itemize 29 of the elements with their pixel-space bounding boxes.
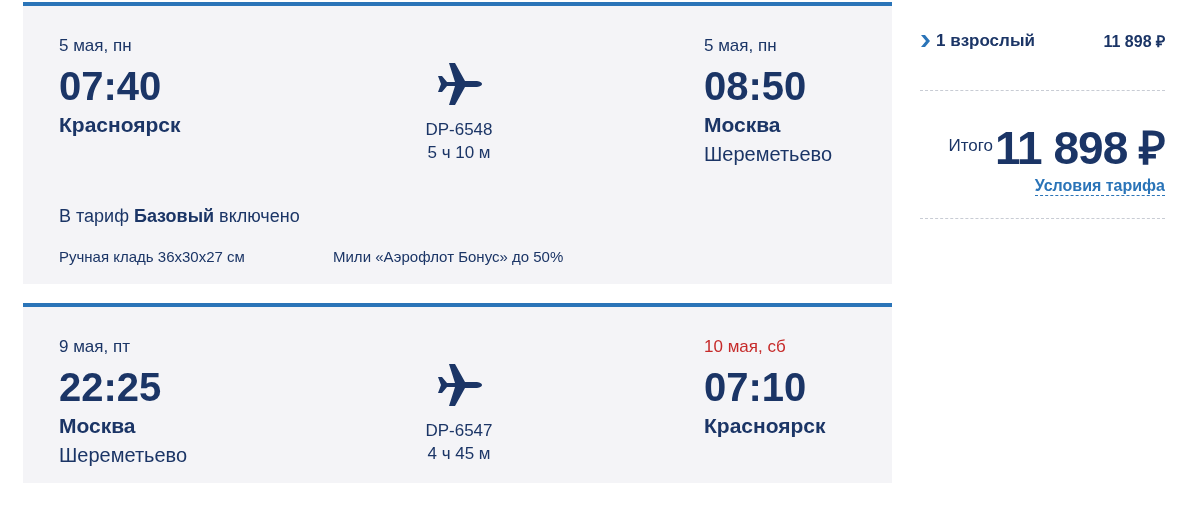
fare-title: В тариф Базовый включено [59,206,301,227]
departure-city: Москва [59,414,137,438]
arrival-city: Москва [704,113,782,137]
total-label: Итого [948,136,994,156]
flight-duration: 4 ч 45 м [427,443,491,465]
total-price: 11 898 ₽ [995,121,1165,176]
chevron-icon[interactable] [920,34,930,48]
arrival-city: Красноярск [704,414,827,438]
departure-time: 22:25 [59,365,163,410]
departure-city: Красноярск [59,113,182,137]
departure-date: 9 мая, пт [59,337,131,357]
airplane-icon [436,363,482,407]
arrival-time: 08:50 [704,64,808,109]
arrival-date: 10 мая, сб [704,337,787,357]
departure-date: 5 мая, пн [59,36,133,56]
flight-duration: 5 ч 10 м [427,142,491,164]
fare-feature: Мили «Аэрофлот Бонус» до 50% [333,247,565,267]
departure-airport: Шереметьево [59,444,189,467]
arrival-time: 07:10 [704,365,808,410]
passenger-count[interactable]: 1 взрослый [936,31,1104,51]
tariff-conditions-link[interactable]: Условия тарифа [1034,177,1165,196]
fare-feature: Ручная кладь 36х30х27 см [59,247,246,267]
arrival-airport: Шереметьево [704,143,834,166]
flight-number: DP-6548 [425,119,493,141]
passenger-price: 11 898 ₽ [1103,32,1165,52]
airplane-icon [436,62,482,106]
departure-time: 07:40 [59,64,163,109]
arrival-date: 5 мая, пн [704,36,778,56]
flight-number: DP-6547 [425,420,493,442]
